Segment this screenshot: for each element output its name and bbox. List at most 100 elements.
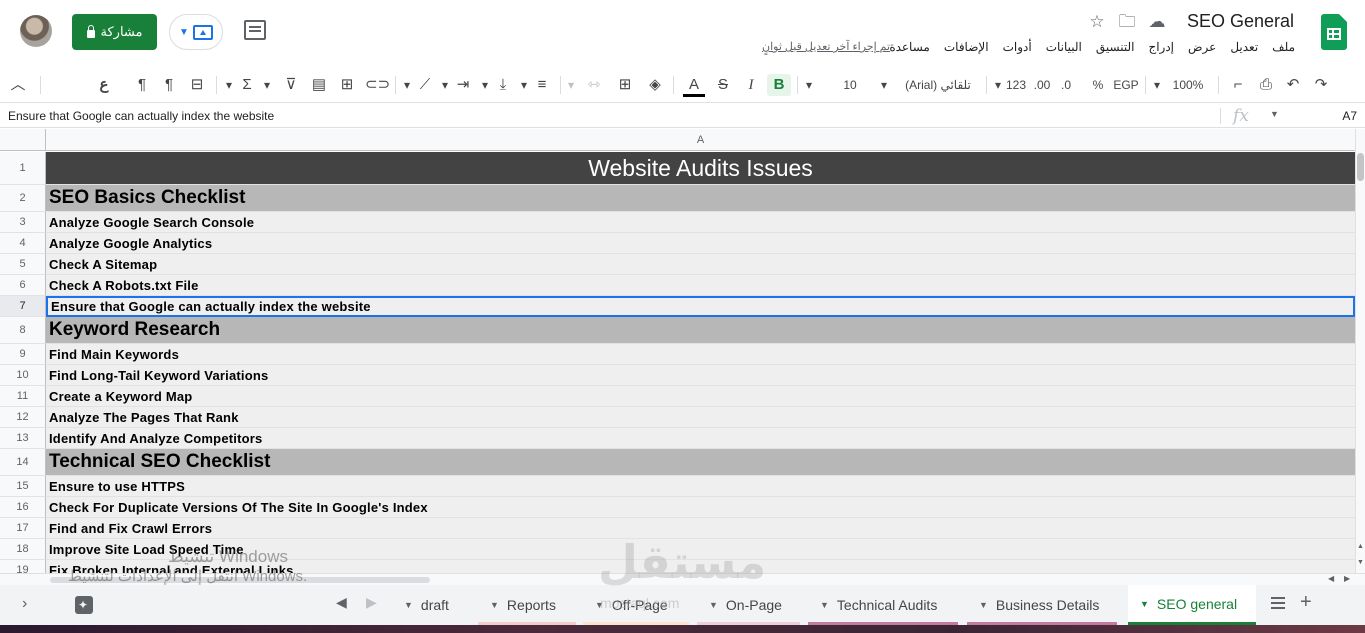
chevron-down-icon[interactable]: ▾ xyxy=(878,74,890,96)
bold-icon[interactable]: B xyxy=(767,74,791,96)
section-header-cell[interactable]: Technical SEO Checklist xyxy=(46,449,1355,476)
checklist-item-cell[interactable]: Identify And Analyze Competitors xyxy=(46,428,1355,449)
checklist-item-cell[interactable]: Analyze Google Search Console xyxy=(46,212,1355,233)
star-icon[interactable]: ☆ xyxy=(1087,12,1107,32)
explore-icon[interactable] xyxy=(75,596,93,614)
italic-icon[interactable]: I xyxy=(741,74,761,96)
checklist-item-cell[interactable]: Ensure to use HTTPS xyxy=(46,476,1355,497)
row-number[interactable]: 3 xyxy=(0,212,46,233)
chevron-down-icon[interactable]: ▼ xyxy=(1270,109,1279,119)
row-number[interactable]: 2 xyxy=(0,185,46,212)
formula-input[interactable]: Ensure that Google can actually index th… xyxy=(8,109,274,123)
row-number[interactable]: 16 xyxy=(0,497,46,518)
chevron-down-icon[interactable]: ▾ xyxy=(224,74,234,96)
row-number[interactable]: 7 xyxy=(0,296,46,317)
add-sheet-icon[interactable]: + xyxy=(1300,591,1312,614)
menu-extensions[interactable]: الإضافات xyxy=(944,40,989,54)
comment-icon[interactable]: ⊞ xyxy=(338,74,356,96)
checklist-item-cell[interactable]: Create a Keyword Map xyxy=(46,386,1355,407)
undo-icon[interactable]: ↶ xyxy=(1283,74,1303,96)
section-header-cell[interactable]: Keyword Research xyxy=(46,317,1355,344)
chevron-down-icon[interactable]: ▾ xyxy=(803,74,815,96)
rtl-icon[interactable]: ¶ xyxy=(133,74,151,96)
name-box[interactable]: A7 xyxy=(1342,109,1357,123)
chevron-down-icon[interactable]: ▼ xyxy=(820,600,829,610)
menu-data[interactable]: البيانات xyxy=(1046,40,1082,54)
chevron-down-icon[interactable]: ▾ xyxy=(1151,74,1163,96)
horizontal-align-icon[interactable]: ≡ xyxy=(532,74,552,96)
checklist-item-cell[interactable]: Find Long-Tail Keyword Variations xyxy=(46,365,1355,386)
chevron-down-icon[interactable]: ▼ xyxy=(1140,599,1149,609)
select-all-corner[interactable] xyxy=(0,129,46,151)
avatar[interactable] xyxy=(20,15,52,47)
menu-format[interactable]: التنسيق xyxy=(1096,40,1135,54)
menu-view[interactable]: عرض xyxy=(1188,40,1216,54)
scroll-down-icon[interactable]: ▼ xyxy=(1357,559,1364,566)
chevron-down-icon[interactable]: ▾ xyxy=(440,74,450,96)
sheet-tab[interactable]: ▼ Business Details xyxy=(967,585,1117,625)
text-color-icon[interactable]: A xyxy=(683,74,705,96)
vertical-align-icon[interactable]: ⤓ xyxy=(494,74,512,96)
row-number[interactable]: 4 xyxy=(0,233,46,254)
cloud-icon[interactable]: ☁ xyxy=(1147,12,1167,32)
currency-button[interactable]: EGP xyxy=(1112,74,1140,96)
sheet-tab[interactable]: ▼ Technical Audits xyxy=(808,585,958,625)
column-header-a[interactable]: A xyxy=(46,129,1355,151)
chevron-down-icon[interactable]: ▼ xyxy=(404,600,413,610)
row-number[interactable]: 17 xyxy=(0,518,46,539)
menu-help[interactable]: مساعدة xyxy=(889,40,930,54)
text-wrap-icon[interactable]: ⇥ xyxy=(454,74,472,96)
chevron-down-icon[interactable]: ▼ xyxy=(490,600,499,610)
checklist-item-cell[interactable]: Ensure that Google can actually index th… xyxy=(46,296,1355,317)
sheet-tab[interactable]: ▼ On-Page xyxy=(697,585,800,625)
document-title[interactable]: SEO General xyxy=(1187,11,1294,32)
row-number[interactable]: 9 xyxy=(0,344,46,365)
chevron-down-icon[interactable]: ▾ xyxy=(402,74,412,96)
font-select[interactable]: (Arial) تلقائي xyxy=(898,74,978,96)
row-number[interactable]: 18 xyxy=(0,539,46,560)
zoom-select[interactable]: 100% xyxy=(1170,74,1206,96)
row-number[interactable]: 14 xyxy=(0,449,46,476)
filter-icon[interactable]: ⊽ xyxy=(282,74,300,96)
checklist-item-cell[interactable]: Find Main Keywords xyxy=(46,344,1355,365)
special-char-icon[interactable]: ع xyxy=(95,74,113,96)
checklist-item-cell[interactable]: Analyze Google Analytics xyxy=(46,233,1355,254)
chevron-down-icon[interactable]: ▼ xyxy=(709,600,718,610)
sheet-title-cell[interactable]: Website Audits Issues xyxy=(46,152,1355,185)
link-icon[interactable]: ⊂⊃ xyxy=(365,74,390,96)
menu-file[interactable]: ملف xyxy=(1272,40,1295,54)
decrease-decimal-button[interactable]: .0 xyxy=(1058,74,1074,96)
checklist-item-cell[interactable]: Check For Duplicate Versions Of The Site… xyxy=(46,497,1355,518)
checklist-item-cell[interactable]: Check A Sitemap xyxy=(46,254,1355,275)
menu-tools[interactable]: أدوات xyxy=(1003,40,1032,54)
paint-format-icon[interactable]: ⌐ xyxy=(1228,74,1248,96)
font-size-field[interactable]: 10 xyxy=(832,74,868,96)
menu-insert[interactable]: إدراج xyxy=(1148,40,1174,54)
checklist-item-cell[interactable]: Check A Robots.txt File xyxy=(46,275,1355,296)
all-sheets-icon[interactable] xyxy=(1271,597,1285,609)
strikethrough-icon[interactable]: S xyxy=(713,74,733,96)
row-number[interactable]: 15 xyxy=(0,476,46,497)
redo-icon[interactable]: ↷ xyxy=(1311,74,1331,96)
row-number[interactable]: 5 xyxy=(0,254,46,275)
scroll-right-icon[interactable]: ▶ xyxy=(1344,574,1350,583)
row-number[interactable]: 12 xyxy=(0,407,46,428)
comment-history-icon[interactable] xyxy=(244,20,266,40)
borders-icon[interactable]: ⊞ xyxy=(615,74,635,96)
sheets-logo-icon[interactable] xyxy=(1321,14,1347,50)
scroll-left-icon[interactable]: ◀ xyxy=(1328,574,1334,583)
chevron-down-icon[interactable]: ▾ xyxy=(992,74,1004,96)
text-rotation-icon[interactable]: ⟋ xyxy=(415,74,435,96)
section-header-cell[interactable]: SEO Basics Checklist xyxy=(46,185,1355,212)
sum-icon[interactable]: Σ xyxy=(238,74,256,96)
row-number[interactable]: 8 xyxy=(0,317,46,344)
row-number[interactable]: 1 xyxy=(0,152,46,185)
number-format-button[interactable]: 123 xyxy=(1004,74,1028,96)
last-edit-link[interactable]: تم إجراء آخر تعديل قبل ثوانٍ xyxy=(762,40,890,53)
chart-icon[interactable]: ▤ xyxy=(310,74,328,96)
chevron-down-icon[interactable]: ▼ xyxy=(979,600,988,610)
scroll-thumb[interactable] xyxy=(1357,153,1364,181)
folder-move-icon[interactable]: 🗀 xyxy=(1117,12,1137,32)
chevron-down-icon[interactable]: ▾ xyxy=(480,74,490,96)
increase-decimal-button[interactable]: .00 xyxy=(1032,74,1052,96)
